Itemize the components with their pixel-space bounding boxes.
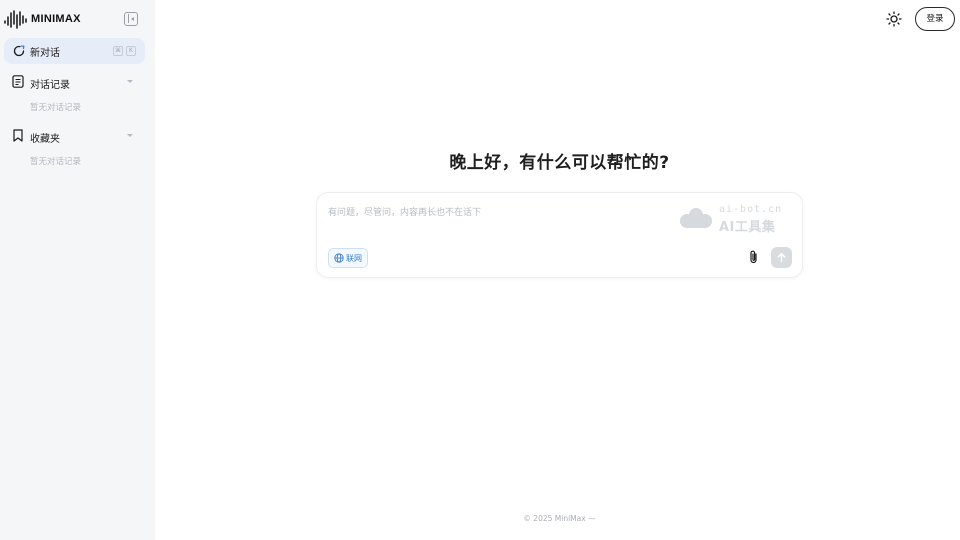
new-chat-button[interactable]: 新对话 ⌘ K [4,38,145,64]
favorites-label: 收藏夹 [30,134,60,145]
greeting-heading: 晚上好，有什么可以帮忙的? [449,153,670,173]
prompt-composer: ai-bot.cn AI工具集 联网 [316,192,803,278]
history-empty-text: 暂无对话记录 [30,103,82,113]
history-label: 对话记录 [30,80,70,91]
favorites-section-header[interactable]: 收藏夹 [4,126,145,146]
sun-icon[interactable] [886,11,902,27]
arrow-up-icon [777,252,786,263]
sidebar: MINIMAX 新对话 ⌘ K 对话记录 暂无对话记录 收藏夹 暂无对话记录 [0,0,155,540]
globe-icon [334,253,344,263]
chevron-down-icon [127,80,133,83]
web-search-label: 联网 [346,253,362,263]
history-section-header[interactable]: 对话记录 [4,72,145,92]
chevron-down-icon [127,134,133,137]
minimax-logo-icon [4,10,27,29]
web-search-toggle[interactable]: 联网 [328,248,368,268]
new-chat-label: 新对话 [30,48,60,59]
brand-name: MINIMAX [31,13,81,25]
favorites-empty-text: 暂无对话记录 [30,157,82,167]
watermark: ai-bot.cn AI工具集 [677,203,792,235]
brand-logo[interactable]: MINIMAX [4,9,144,29]
bookmark-icon [13,129,23,142]
watermark-url: ai-bot.cn [719,204,783,215]
watermark-title: AI工具集 [719,220,776,235]
document-icon [12,75,24,88]
shortcut-key-cmd: ⌘ [113,46,123,56]
send-button[interactable] [771,247,792,268]
watermark-logo-icon [680,208,712,228]
footer-copyright: © 2025 MiniMax — [523,514,596,523]
paperclip-icon[interactable] [747,249,761,265]
prompt-input[interactable] [328,205,668,221]
shortcut-key-k: K [126,46,136,56]
collapse-sidebar-icon[interactable] [124,12,138,26]
new-chat-icon [13,45,25,57]
login-button[interactable]: 登录 [915,7,955,31]
